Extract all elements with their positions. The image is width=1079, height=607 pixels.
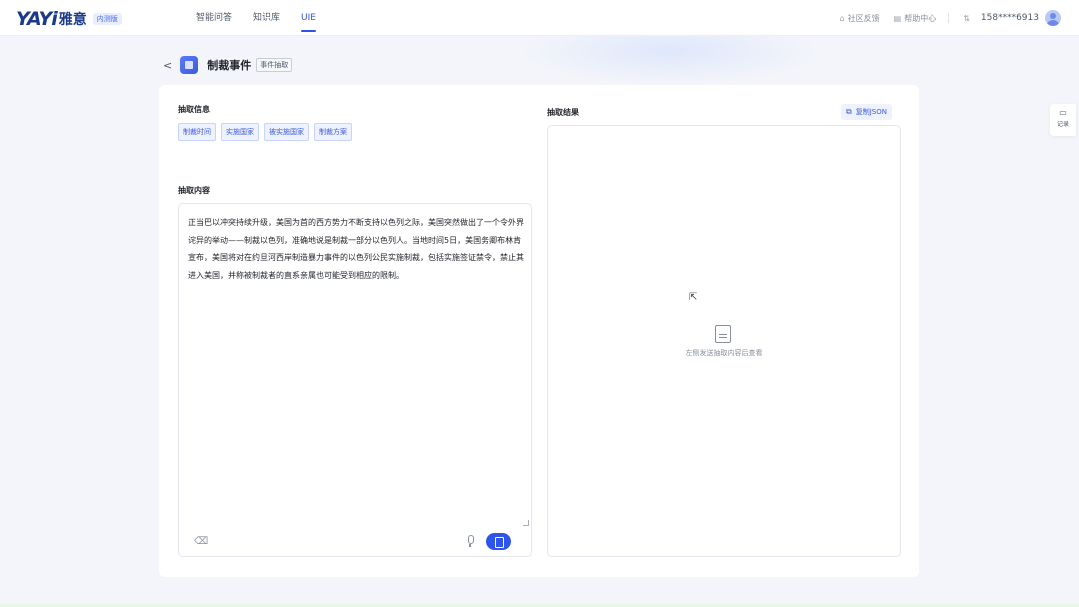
extract-info-label: 抽取信息 — [178, 105, 210, 114]
avatar[interactable] — [1045, 10, 1061, 26]
back-chevron-icon[interactable]: < — [163, 59, 172, 72]
nav-item-qa[interactable]: 智能问答 — [196, 0, 232, 36]
divider — [948, 13, 950, 23]
copy-json-label: 复制JSON — [855, 108, 887, 116]
main-nav: 智能问答 知识库 UIE — [196, 0, 337, 36]
feedback-link[interactable]: ⌂ 社区反馈 — [840, 13, 880, 24]
empty-hint: 左侧发送抽取内容后查看 — [685, 349, 763, 357]
user-phone[interactable]: 158****6913 — [981, 13, 1039, 23]
page-type-tag: 事件抽取 — [256, 58, 293, 72]
history-button[interactable]: ▭ 记录 — [1050, 104, 1076, 136]
translate-button[interactable]: ⇅ — [963, 14, 973, 23]
extract-content-label: 抽取内容 — [178, 186, 210, 195]
send-button[interactable] — [486, 533, 511, 550]
event-icon — [180, 56, 199, 74]
page-header: < 制裁事件 事件抽取 — [163, 55, 293, 75]
history-label: 记录 — [1056, 121, 1069, 128]
top-bar: YAYi 雅意 内测版 智能问答 知识库 UIE ⌂ 社区反馈 ▤ 帮助中心 ⇅… — [0, 0, 1079, 36]
copy-icon: ⧉ — [846, 107, 852, 116]
logo-mark: YAYi — [16, 8, 58, 30]
info-tag[interactable]: 实施国家 — [221, 123, 259, 141]
top-right-actions: ⌂ 社区反馈 ▤ 帮助中心 ⇅ 158****6913 — [826, 0, 1061, 36]
content-input[interactable]: 正当巴以冲突持续升级，美国为首的西方势力不断支持以色列之际，美国突然做出了一个令… — [178, 203, 532, 557]
mouse-cursor-icon: ⇱ — [689, 292, 698, 303]
content-text[interactable]: 正当巴以冲突持续升级，美国为首的西方势力不断支持以色列之际，美国突然做出了一个令… — [188, 214, 524, 284]
extract-result-label: 抽取结果 — [547, 108, 579, 117]
info-tag[interactable]: 制裁时间 — [178, 123, 216, 141]
document-icon: ▤ — [893, 13, 902, 23]
help-label: 帮助中心 — [904, 13, 937, 23]
main-card: 抽取信息 制裁时间 实施国家 被实施国家 制裁方案 抽取内容 正当巴以冲突持续升… — [159, 85, 919, 577]
info-tag[interactable]: 制裁方案 — [314, 123, 352, 141]
clear-icon[interactable]: ⌫ — [194, 536, 208, 547]
decorative-background — [520, 36, 820, 86]
page-title: 制裁事件 — [207, 59, 252, 72]
logo[interactable]: YAYi 雅意 内测版 — [16, 8, 122, 30]
extract-info-tags: 制裁时间 实施国家 被实施国家 制裁方案 — [178, 123, 357, 141]
feedback-label: 社区反馈 — [847, 13, 880, 23]
microphone-icon[interactable] — [465, 535, 475, 547]
nav-item-knowledge[interactable]: 知识库 — [253, 0, 280, 36]
nav-item-uie[interactable]: UIE — [301, 0, 316, 36]
resize-handle[interactable] — [523, 520, 529, 526]
logo-text: 雅意 — [58, 12, 87, 28]
translate-icon: ⇅ — [963, 13, 970, 23]
empty-document-icon — [715, 325, 731, 343]
beta-badge: 内测版 — [92, 13, 122, 25]
info-tag[interactable]: 被实施国家 — [264, 123, 309, 141]
copy-json-button[interactable]: ⧉ 复制JSON — [841, 104, 892, 120]
help-link[interactable]: ▤ 帮助中心 — [894, 13, 937, 24]
home-icon: ⌂ — [839, 13, 845, 23]
history-icon: ▭ — [1059, 108, 1067, 117]
